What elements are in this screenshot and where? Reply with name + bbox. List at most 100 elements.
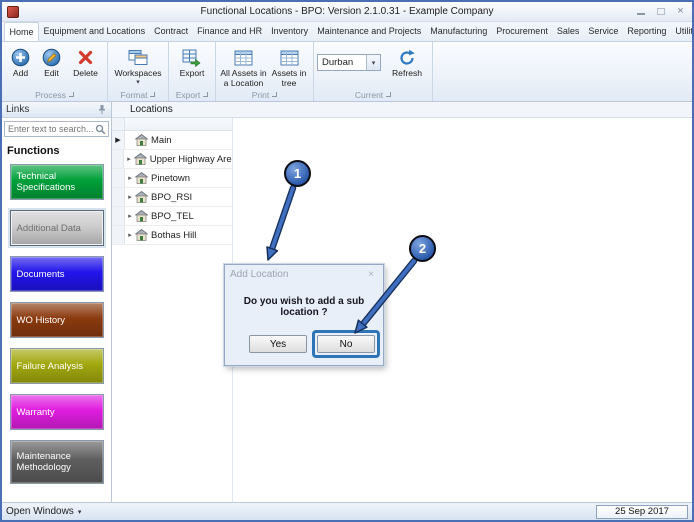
all-assets-in-location-button[interactable]: All Assets in a Location [219, 44, 268, 91]
tab-service[interactable]: Service [584, 22, 623, 41]
current-group-caption: Current [314, 88, 432, 101]
format-group-caption: Format [108, 88, 168, 101]
location-house-icon [135, 210, 148, 222]
function-failure-analysis[interactable]: Failure Analysis [9, 348, 104, 384]
format-dialog-launcher-icon[interactable] [150, 92, 156, 97]
close-button[interactable]: × [672, 4, 689, 18]
status-bar: Open Windows ▾ 25 Sep 2017 [2, 502, 692, 520]
function-technical-specifications[interactable]: Technical Specifications [9, 164, 104, 200]
location-row-bpo-rsi[interactable]: ▸ BPO_RSI [112, 188, 232, 207]
expander-icon[interactable]: ▸ [125, 212, 135, 220]
callout-1-badge: 1 [284, 160, 311, 187]
location-row-pinetown[interactable]: ▸ Pinetown [112, 169, 232, 188]
refresh-label: Refresh [391, 68, 423, 78]
function-maintenance-methodology[interactable]: Maintenance Methodology [9, 440, 104, 484]
ribbon-empty-space [433, 42, 692, 101]
dialog-message: Do you wish to add a sub location ? [243, 296, 365, 318]
expander-icon[interactable]: ▸ [125, 231, 135, 239]
dialog-title-bar[interactable]: Add Location × [225, 265, 383, 283]
edit-button[interactable]: Edit [36, 44, 67, 82]
function-documents[interactable]: Documents [9, 256, 104, 292]
add-location-dialog: Add Location × Do you wish to add a sub … [224, 264, 384, 366]
export-group-caption: Export [169, 88, 215, 101]
export-label: Export [179, 68, 205, 78]
workspaces-dropdown-icon: ▾ [136, 78, 140, 86]
callout-2-badge: 2 [409, 235, 436, 262]
site-combobox-value: Durban [322, 57, 354, 68]
all-assets-label: All Assets in a Location [220, 68, 267, 88]
title-bar: Functional Locations - BPO: Version 2.1.… [2, 2, 692, 22]
location-row-bpo-tel[interactable]: ▸ BPO_TEL [112, 207, 232, 226]
dialog-title: Add Location [230, 268, 289, 280]
add-icon [11, 47, 30, 68]
tab-manufacturing[interactable]: Manufacturing [426, 22, 492, 41]
delete-button[interactable]: Delete [67, 44, 104, 82]
delete-x-icon [76, 47, 95, 68]
process-dialog-launcher-icon[interactable] [68, 92, 74, 97]
edit-label: Edit [44, 68, 59, 78]
tab-home[interactable]: Home [4, 22, 40, 41]
window-title: Functional Locations - BPO: Version 2.1.… [200, 6, 494, 17]
tab-inventory[interactable]: Inventory [267, 22, 313, 41]
links-panel: Links Functions Technical Specifications… [2, 102, 112, 502]
assets-tree-grid-icon [280, 47, 299, 68]
process-group-caption: Process [2, 88, 107, 101]
pin-icon[interactable] [97, 104, 107, 115]
tab-reporting[interactable]: Reporting [623, 22, 671, 41]
tab-maintenance-and-projects[interactable]: Maintenance and Projects [313, 22, 426, 41]
open-windows-label: Open Windows [6, 506, 74, 517]
status-date: 25 Sep 2017 [596, 504, 688, 519]
maximize-button[interactable] [652, 4, 669, 18]
workspaces-button[interactable]: Workspaces ▾ [111, 44, 165, 89]
function-additional-data[interactable]: Additional Data [9, 210, 104, 246]
print-dialog-launcher-icon[interactable] [272, 92, 278, 97]
location-row-main[interactable]: ▶ Main [112, 131, 232, 150]
minimize-button[interactable] [632, 4, 649, 18]
open-windows-button[interactable]: Open Windows ▾ [6, 506, 81, 517]
functions-heading: Functions [7, 145, 60, 157]
expander-icon[interactable]: ▸ [125, 193, 135, 201]
add-button[interactable]: Add [5, 44, 36, 82]
location-house-icon [135, 134, 148, 146]
expander-icon[interactable]: ▸ [124, 155, 133, 163]
location-row-bothas-hill[interactable]: ▸ Bothas Hill [112, 226, 232, 245]
location-house-icon [135, 191, 148, 203]
refresh-icon [398, 47, 416, 68]
dialog-close-icon[interactable]: × [364, 269, 378, 280]
tab-procurement[interactable]: Procurement [492, 22, 553, 41]
ribbon-group-export: Export Export [169, 42, 216, 101]
delete-label: Delete [73, 68, 98, 78]
add-label: Add [12, 68, 29, 78]
ribbon-group-print: All Assets in a Location Assets in tree … [216, 42, 314, 101]
search-icon [95, 124, 106, 135]
tab-contract[interactable]: Contract [150, 22, 193, 41]
ribbon-group-current: Durban ▾ Refresh Current [314, 42, 433, 101]
expander-icon[interactable]: ▸ [125, 174, 135, 182]
locations-panel-caption: Locations [112, 102, 692, 118]
workspaces-icon [128, 47, 148, 68]
location-row-upper-highway-area[interactable]: ▸ Upper Highway Area [112, 150, 232, 169]
maximize-icon [656, 7, 665, 15]
export-button[interactable]: Export [172, 44, 212, 82]
tab-finance-and-hr[interactable]: Finance and HR [193, 22, 267, 41]
export-dialog-launcher-icon[interactable] [203, 92, 209, 97]
location-house-icon [135, 172, 148, 184]
workspaces-label: Workspaces [114, 68, 162, 78]
tree-filter-row[interactable] [112, 118, 232, 131]
tab-sales[interactable]: Sales [552, 22, 584, 41]
minimize-icon [636, 13, 645, 15]
function-warranty[interactable]: Warranty [9, 394, 104, 430]
site-combobox-dropdown-button[interactable]: ▾ [366, 55, 380, 70]
assets-in-tree-button[interactable]: Assets in tree [268, 44, 310, 91]
locations-tree: ▶ Main ▸ Upper Highway Area ▸ Pinetown ▸ [112, 118, 233, 502]
yes-button[interactable]: Yes [249, 335, 307, 353]
functions-list: Technical Specifications Additional Data… [2, 160, 111, 484]
function-wo-history[interactable]: WO History [9, 302, 104, 338]
site-combobox[interactable]: Durban ▾ [317, 54, 381, 71]
current-dialog-launcher-icon[interactable] [386, 92, 392, 97]
tab-equipment-and-locations[interactable]: Equipment and Locations [39, 22, 150, 41]
search-input[interactable] [5, 124, 95, 134]
tab-utilities[interactable]: Utilities [671, 22, 692, 41]
print-group-caption: Print [216, 88, 313, 101]
refresh-button[interactable]: Refresh [385, 44, 429, 82]
